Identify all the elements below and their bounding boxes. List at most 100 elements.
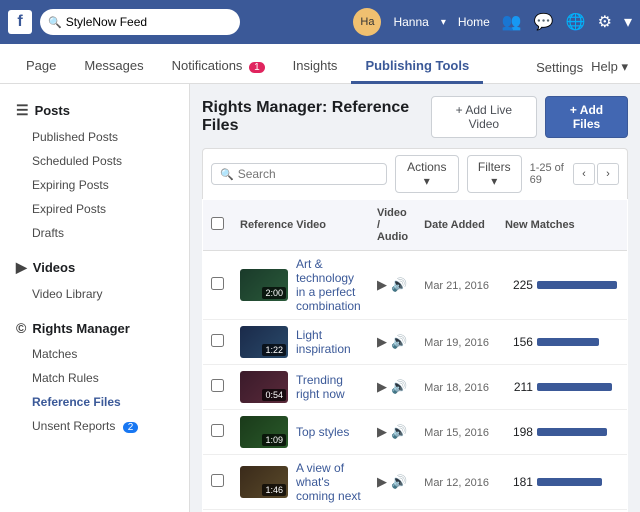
match-bar xyxy=(537,281,617,289)
video-info: 1:46 A view of what's coming next xyxy=(240,461,361,503)
tab-insights[interactable]: Insights xyxy=(279,50,352,84)
posts-icon: ☰ xyxy=(16,102,29,119)
video-icon: ▶ xyxy=(377,379,387,395)
date-added: Mar 19, 2016 xyxy=(424,337,489,349)
video-title[interactable]: A view of what's coming next xyxy=(296,461,361,503)
video-icon: ▶ xyxy=(377,424,387,440)
match-bar-container: 156 xyxy=(505,335,619,349)
media-icons: ▶🔊 xyxy=(377,424,408,440)
video-info: 1:22 Light inspiration xyxy=(240,326,361,358)
match-bar xyxy=(537,428,607,436)
sidebar-item-reference-files[interactable]: Reference Files xyxy=(0,390,189,414)
dropdown-icon: ▾ xyxy=(441,17,446,28)
match-bar-container: 225 xyxy=(505,278,619,292)
sidebar-header-videos[interactable]: ▶ Videos xyxy=(0,253,189,282)
video-thumbnail: 2:00 xyxy=(240,269,288,301)
sidebar-item-published-posts[interactable]: Published Posts xyxy=(0,125,189,149)
sidebar-item-video-library[interactable]: Video Library xyxy=(0,282,189,306)
table-toolbar: 🔍 Actions ▾ Filters ▾ 1-25 of 69 ‹ › xyxy=(202,148,628,199)
video-thumbnail: 1:09 xyxy=(240,416,288,448)
date-added: Mar 21, 2016 xyxy=(424,280,489,292)
sidebar-item-matches[interactable]: Matches xyxy=(0,342,189,366)
video-icon: ▶ xyxy=(377,277,387,293)
sidebar-header-rights-manager[interactable]: © Rights Manager xyxy=(0,314,189,342)
match-count: 198 xyxy=(505,425,533,439)
user-name[interactable]: Hanna xyxy=(393,15,428,29)
audio-icon: 🔊 xyxy=(391,334,407,350)
video-title[interactable]: Art & technology in a perfect combinatio… xyxy=(296,257,361,313)
video-title[interactable]: Light inspiration xyxy=(296,328,361,356)
col-video-audio: Video / Audio xyxy=(369,200,416,251)
tab-page[interactable]: Page xyxy=(12,50,70,84)
settings-nav-link[interactable]: Settings xyxy=(536,60,583,75)
table-row: 0:54 Trending right now ▶🔊 Mar 18, 2016 2… xyxy=(203,365,628,410)
audio-icon: 🔊 xyxy=(391,379,407,395)
video-thumbnail: 1:46 xyxy=(240,466,288,498)
match-count: 181 xyxy=(505,475,533,489)
video-duration: 1:09 xyxy=(262,434,286,446)
row-checkbox[interactable] xyxy=(211,277,224,290)
content-area: Rights Manager: Reference Files + Add Li… xyxy=(190,84,640,512)
help-nav-link[interactable]: Help ▾ xyxy=(591,59,628,75)
search-input[interactable] xyxy=(238,167,378,181)
page-title: Rights Manager: Reference Files xyxy=(202,99,431,135)
row-checkbox[interactable] xyxy=(211,474,224,487)
video-info: 1:09 Top styles xyxy=(240,416,361,448)
topbar: f 🔍 Ha Hanna ▾ Home 👥 💬 🌐 ⚙ ▾ xyxy=(0,0,640,44)
search-icon: 🔍 xyxy=(220,168,234,181)
sidebar-item-scheduled-posts[interactable]: Scheduled Posts xyxy=(0,149,189,173)
menu-icon[interactable]: ▾ xyxy=(624,12,632,32)
table-row: 1:09 Top styles ▶🔊 Mar 15, 2016 198 xyxy=(203,410,628,455)
add-live-video-button[interactable]: + Add Live Video xyxy=(431,96,537,138)
match-count: 211 xyxy=(505,380,533,394)
audio-icon: 🔊 xyxy=(391,277,407,293)
sidebar-item-match-rules[interactable]: Match Rules xyxy=(0,366,189,390)
video-duration: 0:54 xyxy=(262,389,286,401)
date-added: Mar 18, 2016 xyxy=(424,382,489,394)
sidebar-videos-label: Videos xyxy=(33,260,75,275)
tab-publishing-tools[interactable]: Publishing Tools xyxy=(351,50,483,84)
pagination-buttons: ‹ › xyxy=(573,163,619,185)
nav-tabs: Page Messages Notifications 1 Insights P… xyxy=(0,44,640,84)
content-header: Rights Manager: Reference Files + Add Li… xyxy=(202,96,628,138)
match-bar xyxy=(537,478,602,486)
select-all-checkbox[interactable] xyxy=(211,217,224,230)
video-thumbnail: 0:54 xyxy=(240,371,288,403)
match-count: 156 xyxy=(505,335,533,349)
video-title[interactable]: Trending right now xyxy=(296,373,361,401)
prev-page-button[interactable]: ‹ xyxy=(573,163,595,185)
actions-button[interactable]: Actions ▾ xyxy=(395,155,459,193)
unsent-reports-badge: 2 xyxy=(123,422,139,433)
settings-icon[interactable]: ⚙ xyxy=(598,12,612,32)
sidebar-item-expired-posts[interactable]: Expired Posts xyxy=(0,197,189,221)
add-files-button[interactable]: + Add Files xyxy=(545,96,628,138)
next-page-button[interactable]: › xyxy=(597,163,619,185)
match-bar xyxy=(537,338,599,346)
sidebar-header-posts[interactable]: ☰ Posts xyxy=(0,96,189,125)
search-input[interactable] xyxy=(66,15,206,29)
friends-icon[interactable]: 👥 xyxy=(502,12,522,32)
match-bar xyxy=(537,383,612,391)
audio-icon: 🔊 xyxy=(391,474,407,490)
video-icon: ▶ xyxy=(377,334,387,350)
filters-button[interactable]: Filters ▾ xyxy=(467,155,522,193)
video-title[interactable]: Top styles xyxy=(296,425,349,439)
row-checkbox[interactable] xyxy=(211,334,224,347)
tab-messages[interactable]: Messages xyxy=(70,50,157,84)
tab-notifications[interactable]: Notifications 1 xyxy=(158,50,279,84)
date-added: Mar 15, 2016 xyxy=(424,427,489,439)
row-checkbox[interactable] xyxy=(211,379,224,392)
sidebar-item-unsent-reports[interactable]: Unsent Reports 2 xyxy=(0,414,189,438)
reference-files-table: Reference Video Video / Audio Date Added… xyxy=(202,199,628,512)
row-checkbox[interactable] xyxy=(211,424,224,437)
facebook-logo: f xyxy=(8,10,32,34)
sidebar-item-expiring-posts[interactable]: Expiring Posts xyxy=(0,173,189,197)
match-bar-container: 211 xyxy=(505,380,619,394)
search-box[interactable]: 🔍 xyxy=(211,163,387,185)
home-link[interactable]: Home xyxy=(458,15,490,29)
sidebar-item-drafts[interactable]: Drafts xyxy=(0,221,189,245)
globe-icon[interactable]: 🌐 xyxy=(566,12,586,32)
chat-icon[interactable]: 💬 xyxy=(534,12,554,32)
global-search[interactable]: 🔍 xyxy=(40,9,240,35)
rights-icon: © xyxy=(16,320,26,336)
